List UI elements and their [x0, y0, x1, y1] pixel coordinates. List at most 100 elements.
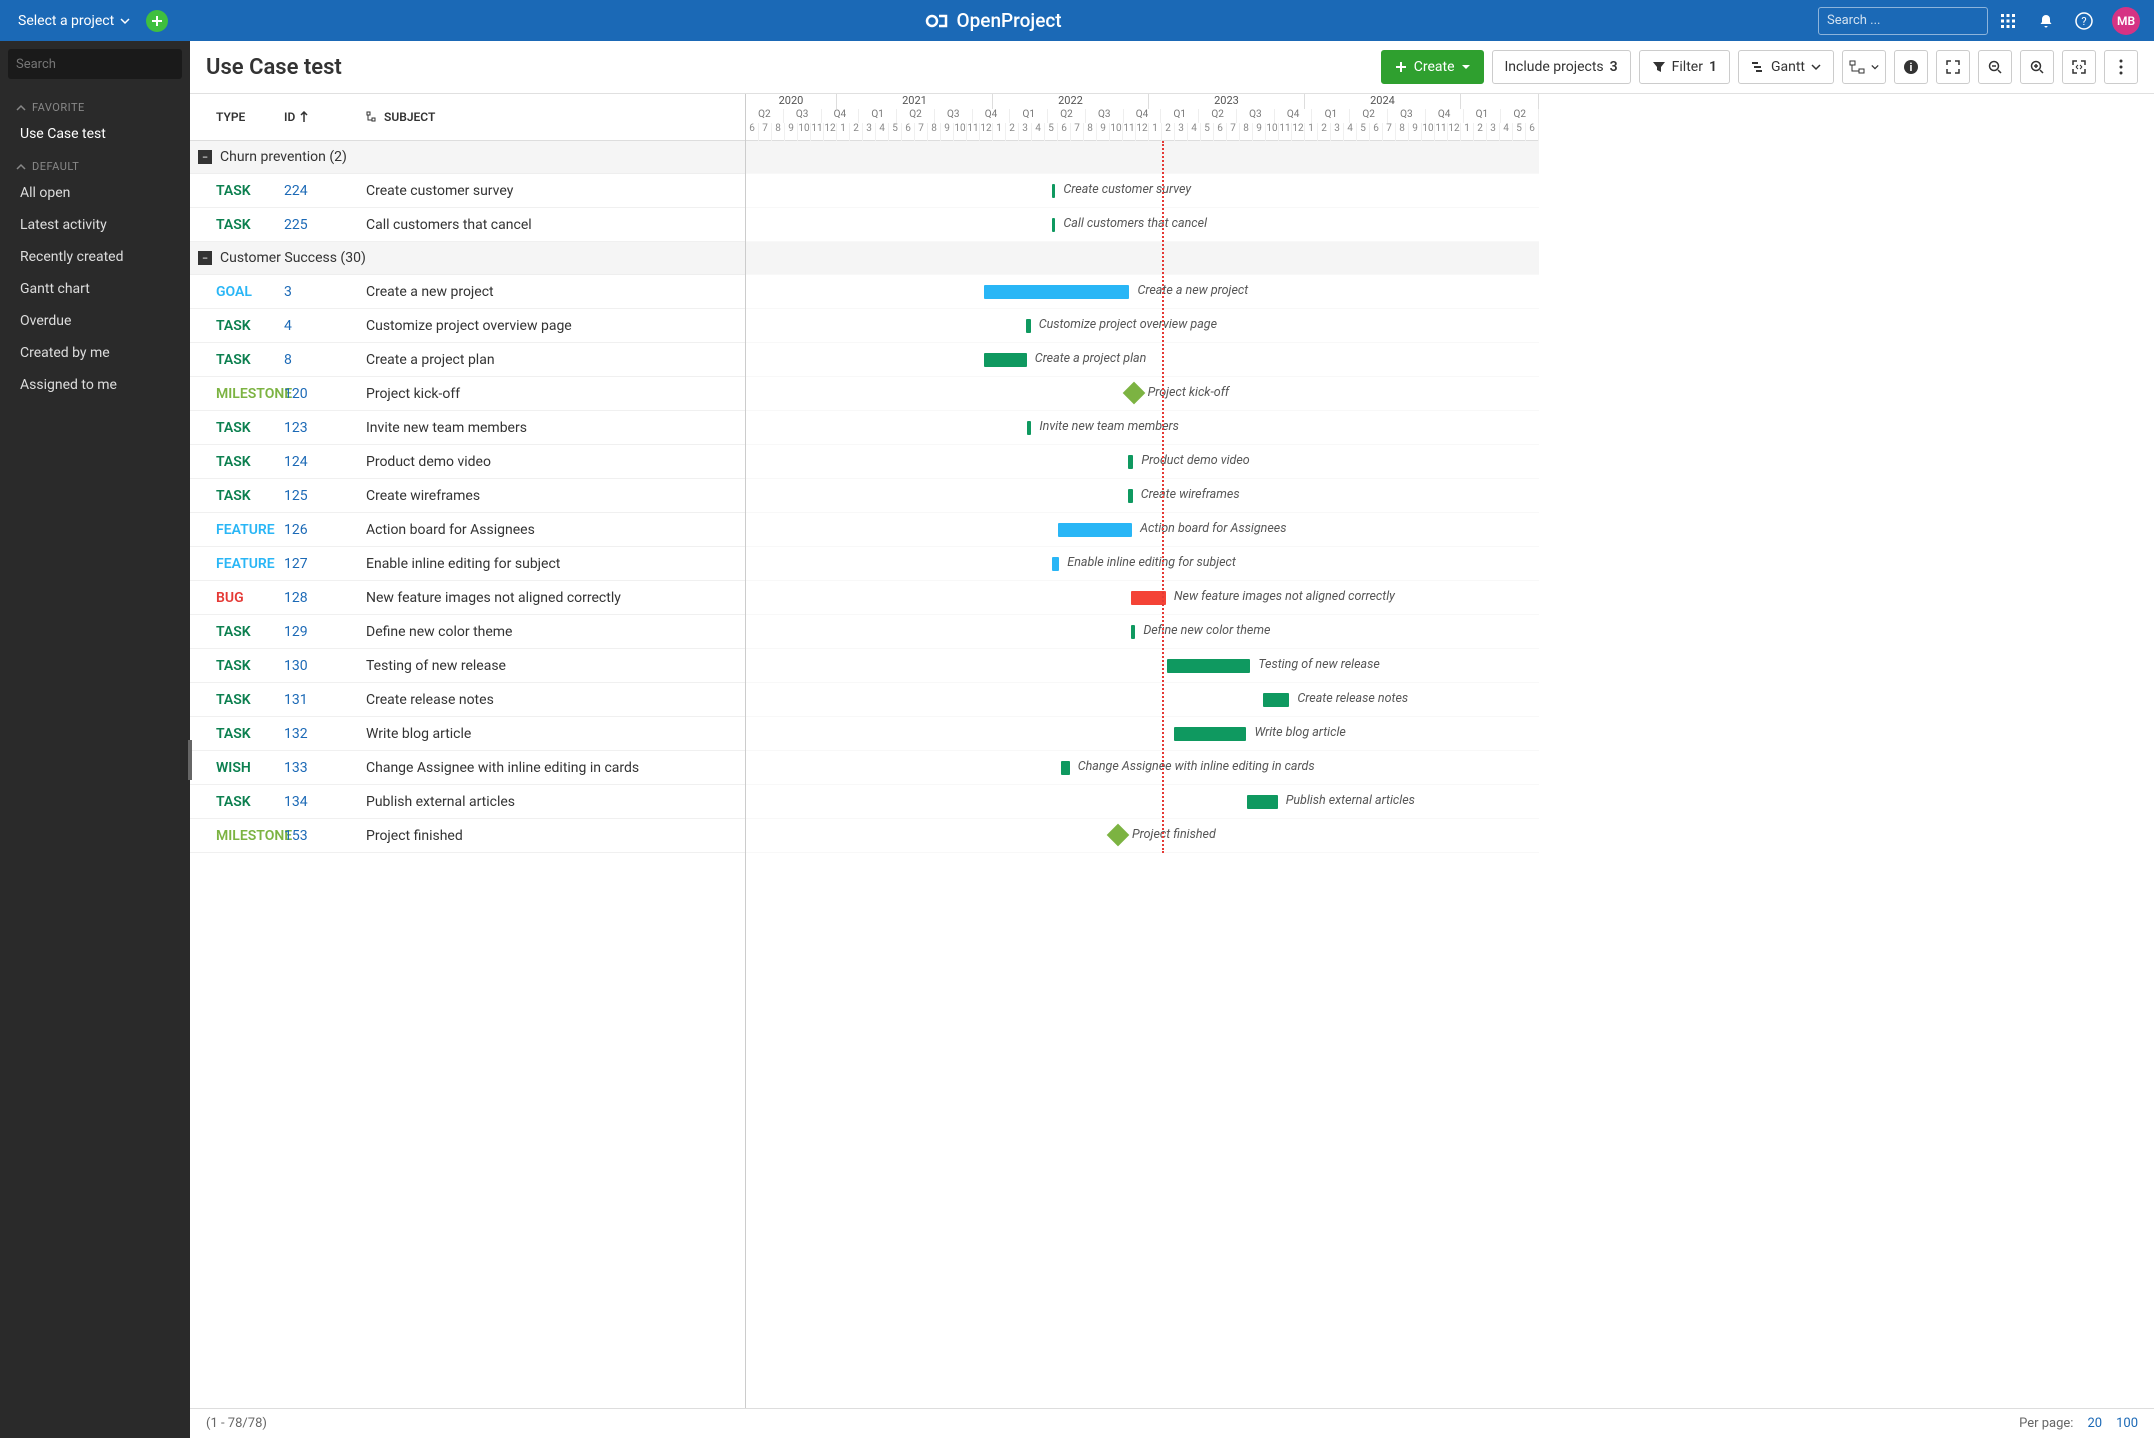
group-toggle[interactable]: −	[198, 251, 212, 265]
zoom-fit-button[interactable]	[2062, 50, 2096, 84]
gantt-row[interactable]: Product demo video	[746, 445, 1539, 479]
gantt-row[interactable]: Enable inline editing for subject	[746, 547, 1539, 581]
gantt-bar[interactable]	[1128, 489, 1133, 503]
cell-id[interactable]: 123	[284, 420, 354, 436]
table-row[interactable]: TASK124Product demo video	[190, 445, 745, 479]
col-header-subject[interactable]: SUBJECT	[354, 110, 745, 124]
gantt-row[interactable]: Invite new team members	[746, 411, 1539, 445]
per-page-100[interactable]: 100	[2116, 1416, 2138, 1431]
cell-id[interactable]: 130	[284, 658, 354, 674]
gantt-bar[interactable]	[984, 353, 1027, 367]
gantt-bar[interactable]	[1052, 184, 1056, 198]
gantt-bar[interactable]	[1058, 523, 1132, 537]
gantt-bar[interactable]	[1167, 659, 1250, 673]
table-row[interactable]: TASK4Customize project overview page	[190, 309, 745, 343]
cell-id[interactable]: 132	[284, 726, 354, 742]
per-page-20[interactable]: 20	[2087, 1416, 2102, 1431]
gantt-milestone[interactable]	[1107, 824, 1130, 847]
gantt-row[interactable]: Change Assignee with inline editing in c…	[746, 751, 1539, 785]
table-row[interactable]: GOAL3Create a new project	[190, 275, 745, 309]
table-row[interactable]: TASK125Create wireframes	[190, 479, 745, 513]
gantt-bar[interactable]	[1128, 455, 1133, 469]
gantt-row[interactable]: Write blog article	[746, 717, 1539, 751]
gantt-row[interactable]: Create release notes	[746, 683, 1539, 717]
group-toggle[interactable]: −	[198, 150, 212, 164]
gantt-bar[interactable]	[1247, 795, 1278, 809]
gantt-row[interactable]: Publish external articles	[746, 785, 1539, 819]
sidebar-item-all-open[interactable]: All open	[0, 177, 190, 209]
cell-id[interactable]: 125	[284, 488, 354, 504]
sidebar-section-favorite[interactable]: FAVORITE	[0, 91, 190, 118]
gantt-row[interactable]: Create a new project	[746, 275, 1539, 309]
group-row[interactable]: −Churn prevention (2)	[190, 141, 745, 174]
cell-id[interactable]: 124	[284, 454, 354, 470]
cell-id[interactable]: 131	[284, 692, 354, 708]
zoom-out-button[interactable]	[1978, 50, 2012, 84]
gantt-milestone[interactable]	[1122, 382, 1145, 405]
gantt-row[interactable]: Testing of new release	[746, 649, 1539, 683]
project-selector[interactable]: Select a project	[8, 13, 140, 29]
cell-id[interactable]: 120	[284, 386, 354, 402]
gantt-row[interactable]: Customize project overview page	[746, 309, 1539, 343]
sidebar-item-overdue[interactable]: Overdue	[0, 305, 190, 337]
sidebar-search-input[interactable]	[16, 57, 182, 72]
apps-button[interactable]	[1998, 11, 2018, 31]
gantt-row[interactable]: New feature images not aligned correctly	[746, 581, 1539, 615]
gantt-row[interactable]: Create wireframes	[746, 479, 1539, 513]
cell-id[interactable]: 133	[284, 760, 354, 776]
cell-id[interactable]: 126	[284, 522, 354, 538]
filter-button[interactable]: Filter 1	[1639, 50, 1730, 84]
sidebar-section-default[interactable]: DEFAULT	[0, 150, 190, 177]
view-mode-button[interactable]: Gantt	[1738, 50, 1834, 84]
gantt-bar[interactable]	[1174, 727, 1247, 741]
cell-id[interactable]: 225	[284, 217, 354, 233]
include-projects-button[interactable]: Include projects 3	[1492, 50, 1631, 84]
sidebar-item-gantt-chart[interactable]: Gantt chart	[0, 273, 190, 305]
table-row[interactable]: MILESTONE120Project kick-off	[190, 377, 745, 411]
gantt-bar[interactable]	[1026, 319, 1031, 333]
cell-id[interactable]: 8	[284, 352, 354, 368]
table-row[interactable]: TASK8Create a project plan	[190, 343, 745, 377]
gantt-row[interactable]: Create customer survey	[746, 174, 1539, 208]
col-header-type[interactable]: TYPE	[190, 110, 284, 124]
info-button[interactable]: i	[1894, 50, 1928, 84]
sidebar-item-use-case-test[interactable]: Use Case test	[0, 118, 190, 150]
col-header-id[interactable]: ID	[284, 110, 354, 124]
gantt-row[interactable]: Define new color theme	[746, 615, 1539, 649]
gantt-bar[interactable]	[1131, 591, 1166, 605]
table-row[interactable]: TASK225Call customers that cancel	[190, 208, 745, 242]
table-row[interactable]: FEATURE127Enable inline editing for subj…	[190, 547, 745, 581]
gantt-bar[interactable]	[1052, 218, 1056, 232]
gantt-bar[interactable]	[1052, 557, 1060, 571]
group-row[interactable]: −Customer Success (30)	[190, 242, 745, 275]
cell-id[interactable]: 224	[284, 183, 354, 199]
gantt-bar[interactable]	[984, 285, 1130, 299]
cell-id[interactable]: 3	[284, 284, 354, 300]
cell-id[interactable]: 129	[284, 624, 354, 640]
table-row[interactable]: BUG128New feature images not aligned cor…	[190, 581, 745, 615]
gantt-chart[interactable]: 20202021202220232024Q2Q3Q4Q1Q2Q3Q4Q1Q2Q3…	[746, 94, 2154, 1408]
sidebar-item-recently-created[interactable]: Recently created	[0, 241, 190, 273]
gantt-row[interactable]: Project kick-off	[746, 377, 1539, 411]
fullscreen-button[interactable]	[1936, 50, 1970, 84]
hierarchy-button[interactable]	[1842, 50, 1886, 84]
sidebar-item-latest-activity[interactable]: Latest activity	[0, 209, 190, 241]
cell-id[interactable]: 134	[284, 794, 354, 810]
avatar[interactable]: MB	[2112, 7, 2140, 35]
gantt-row[interactable]: Call customers that cancel	[746, 208, 1539, 242]
gantt-row[interactable]: Create a project plan	[746, 343, 1539, 377]
table-row[interactable]: TASK129Define new color theme	[190, 615, 745, 649]
cell-id[interactable]: 153	[284, 828, 354, 844]
gantt-bar[interactable]	[1263, 693, 1289, 707]
table-row[interactable]: WISH133Change Assignee with inline editi…	[190, 751, 745, 785]
create-button[interactable]: Create	[1381, 50, 1484, 84]
table-row[interactable]: TASK123Invite new team members	[190, 411, 745, 445]
zoom-in-button[interactable]	[2020, 50, 2054, 84]
gantt-bar[interactable]	[1131, 625, 1136, 639]
table-row[interactable]: TASK134Publish external articles	[190, 785, 745, 819]
gantt-row[interactable]: Project finished	[746, 819, 1539, 853]
table-row[interactable]: TASK224Create customer survey	[190, 174, 745, 208]
cell-id[interactable]: 127	[284, 556, 354, 572]
add-project-button[interactable]	[146, 10, 168, 32]
gantt-bar[interactable]	[1061, 761, 1070, 775]
